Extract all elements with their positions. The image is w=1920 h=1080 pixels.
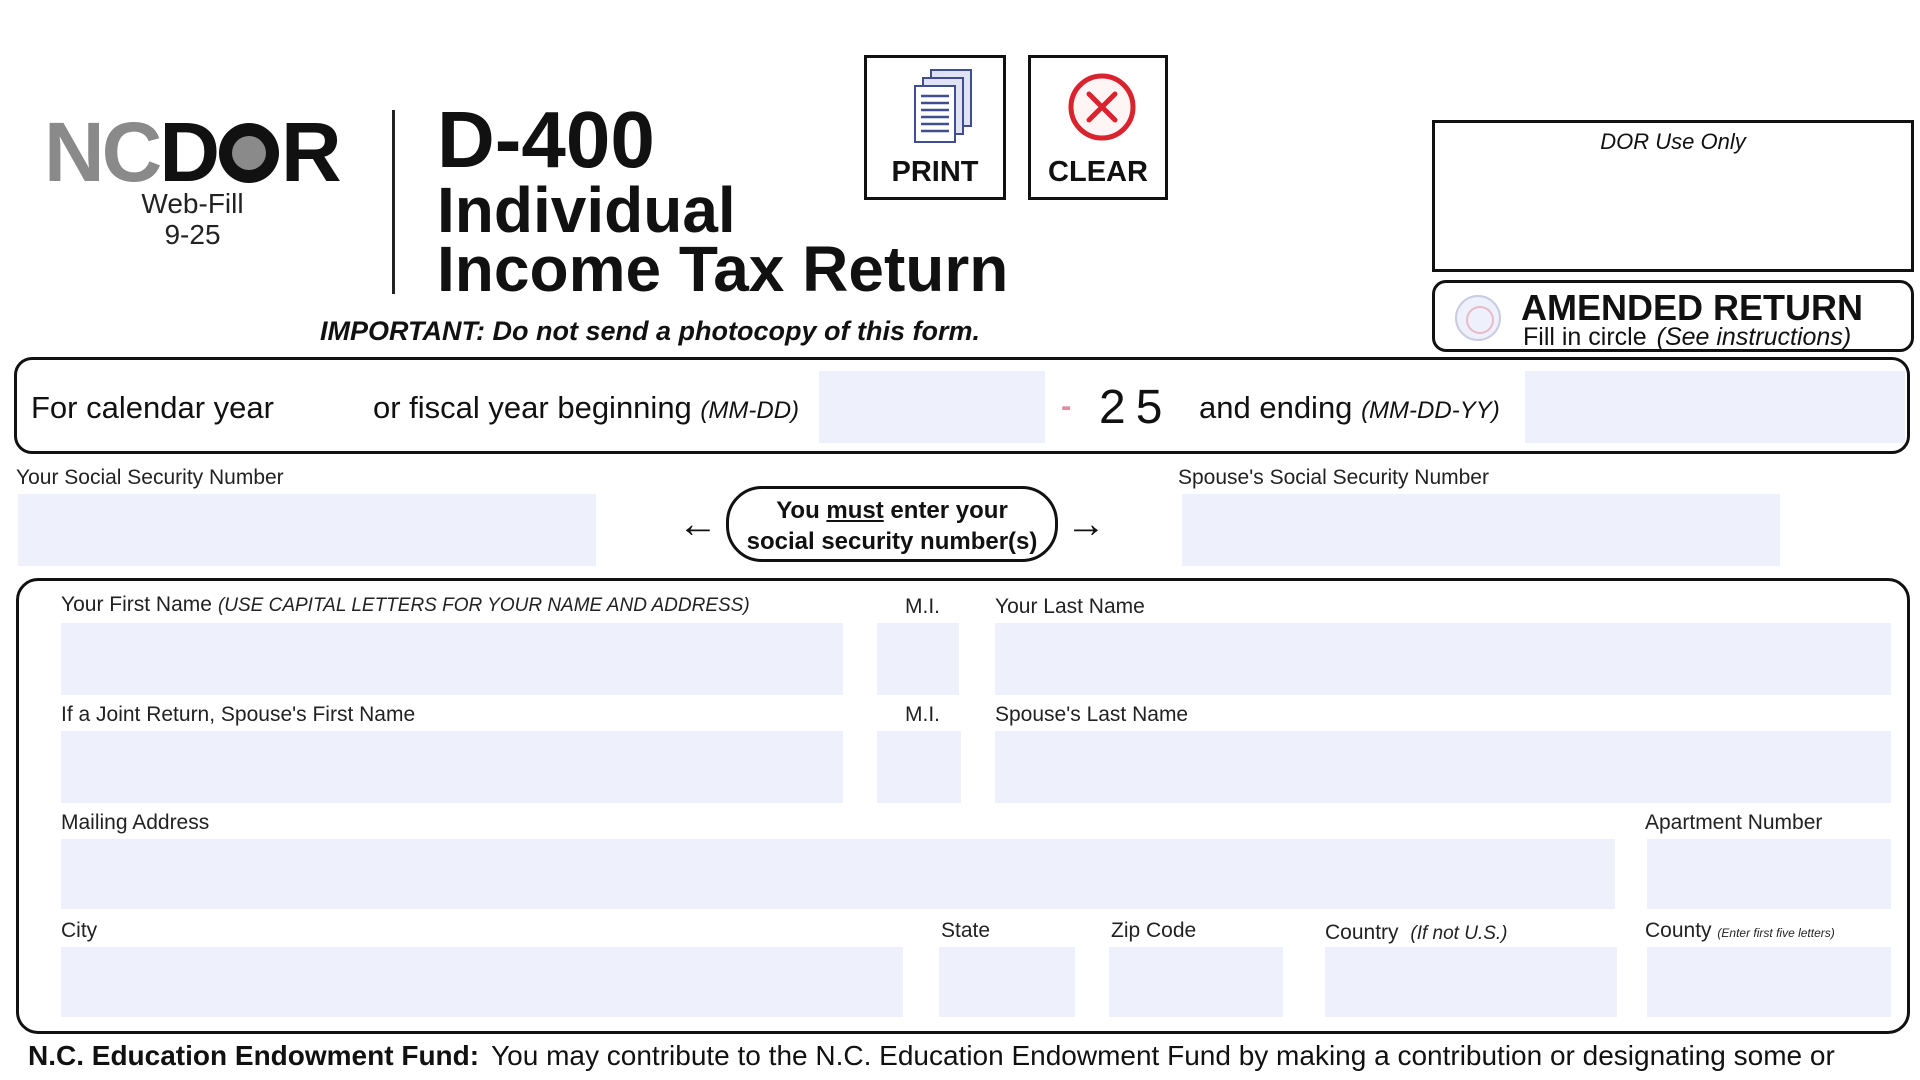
clear-button-label: CLEAR [1048, 156, 1148, 188]
education-endowment-text: N.C. Education Endowment Fund: You may co… [28, 1040, 1835, 1071]
first-name-label: Your First Name (USE CAPITAL LETTERS FOR … [61, 593, 750, 616]
fiscal-ending-input[interactable] [1525, 371, 1905, 443]
spouse-first-name-label: If a Joint Return, Spouse's First Name [61, 703, 416, 726]
state-label: State [941, 919, 991, 942]
spouse-ssn-label: Spouse's Social Security Number [1178, 466, 1489, 489]
mi-label: M.I. [905, 595, 940, 618]
dor-use-only-box: DOR Use Only [1432, 120, 1914, 272]
state-input[interactable] [939, 947, 1075, 1017]
city-input[interactable] [61, 947, 903, 1017]
spouse-last-name-input[interactable] [995, 731, 1891, 803]
mailing-address-label: Mailing Address [61, 811, 210, 834]
webfill-version: Web-Fill 9-25 [141, 188, 244, 250]
county-input[interactable] [1647, 947, 1891, 1017]
year-dash: - [1061, 388, 1072, 423]
apartment-number-input[interactable] [1647, 839, 1891, 909]
spouse-ssn-input[interactable] [1182, 494, 1780, 566]
your-ssn-label: Your Social Security Number [16, 466, 284, 489]
form-title-line2: Income Tax Return [437, 233, 1009, 305]
amended-return-radio[interactable] [1455, 295, 1501, 341]
spouse-first-name-input[interactable] [61, 731, 843, 803]
mailing-address-input[interactable] [61, 839, 1615, 909]
print-button-label: PRINT [891, 156, 979, 188]
first-name-input[interactable] [61, 623, 843, 695]
ending-label: and ending (MM-DD-YY) [1199, 390, 1500, 425]
country-input[interactable] [1325, 947, 1617, 1017]
form-number: D-400 [437, 95, 655, 184]
arrow-left-icon: ← [678, 502, 718, 546]
ssn-required-note: You must enter your social security numb… [726, 486, 1058, 562]
spouse-last-name-label: Spouse's Last Name [995, 703, 1189, 726]
clear-x-icon [1068, 73, 1136, 141]
amended-return-instructions: Fill in circle (See instructions) [1523, 323, 1852, 351]
print-button[interactable]: PRINT [864, 55, 1006, 200]
last-name-label: Your Last Name [995, 595, 1145, 618]
logo-o-icon [219, 123, 279, 183]
dor-use-only-label: DOR Use Only [1600, 129, 1746, 154]
zip-code-input[interactable] [1109, 947, 1283, 1017]
documents-icon [914, 69, 972, 143]
amended-return-box: AMENDED RETURN Fill in circle (See instru… [1432, 280, 1914, 352]
year-suffix: 25 [1099, 381, 1173, 434]
important-notice: IMPORTANT: Do not send a photocopy of th… [320, 316, 980, 346]
name-address-section: Your First Name (USE CAPITAL LETTERS FOR … [16, 578, 1910, 1034]
fiscal-year-label: or fiscal year beginning (MM-DD) [373, 390, 800, 425]
apartment-number-label: Apartment Number [1645, 811, 1823, 834]
header-divider [392, 110, 395, 294]
fiscal-beginning-input[interactable] [819, 371, 1045, 443]
spouse-mi-label: M.I. [905, 703, 940, 726]
mi-input[interactable] [877, 623, 959, 695]
clear-button[interactable]: CLEAR [1028, 55, 1168, 200]
arrow-right-icon: → [1066, 502, 1106, 546]
your-ssn-input[interactable] [18, 494, 596, 566]
calendar-year-label: For calendar year [31, 390, 274, 425]
country-label: Country (If not U.S.) [1325, 921, 1508, 944]
tax-year-row: For calendar year or fiscal year beginni… [14, 357, 1910, 454]
county-label: County (Enter first five letters) [1645, 919, 1835, 942]
last-name-input[interactable] [995, 623, 1891, 695]
spouse-mi-input[interactable] [877, 731, 961, 803]
city-label: City [61, 919, 98, 942]
zip-code-label: Zip Code [1111, 919, 1197, 942]
ncdor-logo: NCD R [44, 105, 342, 199]
